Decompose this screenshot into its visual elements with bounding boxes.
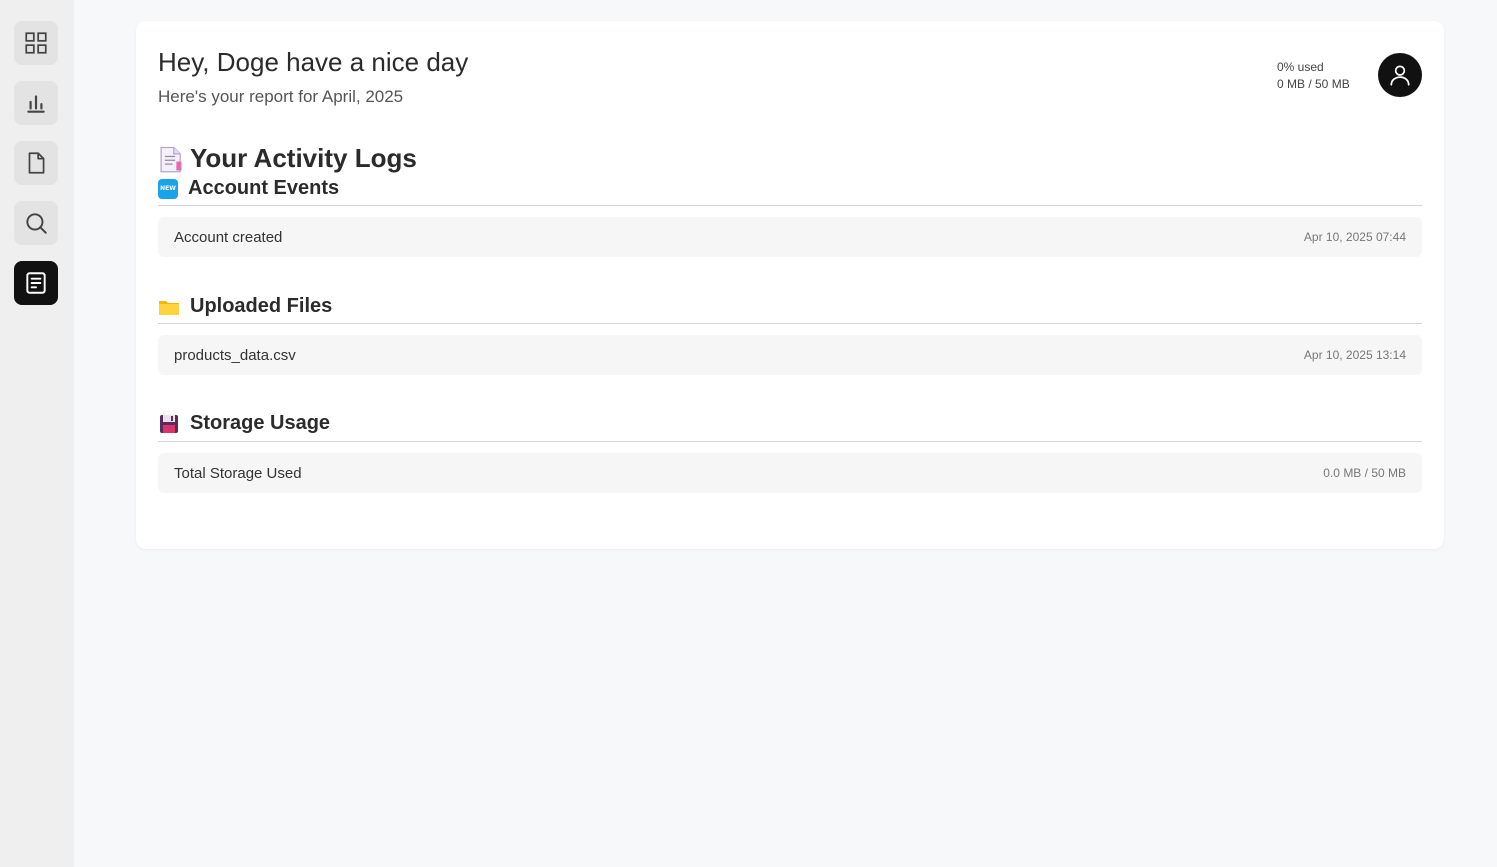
sidebar [0, 0, 74, 867]
notes-icon [26, 272, 46, 294]
list-item: Account created Apr 10, 2025 07:44 [158, 217, 1422, 257]
row-timestamp: Apr 10, 2025 07:44 [1303, 230, 1406, 244]
new-badge-icon: NEW [158, 178, 178, 199]
avatar[interactable] [1378, 53, 1422, 97]
section-heading: Storage Usage [190, 412, 331, 434]
user-icon [1390, 65, 1410, 86]
folder-icon [158, 296, 180, 318]
row-timestamp: Apr 10, 2025 13:14 [1303, 348, 1406, 362]
bar-chart-icon [27, 95, 45, 113]
divider [158, 441, 1422, 442]
row-label: Total Storage Used [174, 464, 302, 482]
activity-logs-title: Your Activity Logs [158, 143, 417, 174]
row-label: products_data.csv [174, 346, 296, 364]
report-subtitle: Here's your report for April, 2025 [158, 87, 404, 106]
row-label: Account created [174, 228, 283, 246]
sidebar-item-analytics[interactable] [14, 81, 58, 125]
floppy-disk-icon [158, 413, 180, 435]
section-title-uploaded-files: Uploaded Files [158, 295, 332, 318]
list-item: Total Storage Used 0.0 MB / 50 MB [158, 453, 1422, 493]
activity-card: Hey, Doge have a nice day Here's your re… [136, 21, 1444, 549]
section-heading: Account Events [188, 177, 340, 199]
sidebar-item-documents[interactable] [14, 141, 58, 185]
row-value: 0.0 MB / 50 MB [1323, 466, 1406, 480]
section-title-storage-usage: Storage Usage [158, 412, 330, 435]
sidebar-item-search[interactable] [14, 201, 58, 245]
sidebar-item-dashboard[interactable] [14, 21, 58, 65]
storage-usage-summary: 0% used 0 MB / 50 MB [1277, 59, 1350, 93]
activity-logs-heading: Your Activity Logs [190, 143, 417, 173]
list-item: products_data.csv Apr 10, 2025 13:14 [158, 335, 1422, 375]
page-title: Hey, Doge have a nice day [158, 47, 469, 77]
section-title-account-events: NEW Account Events [158, 177, 339, 200]
grid-icon [25, 32, 47, 54]
divider [158, 205, 1422, 206]
sidebar-item-activity-logs[interactable] [14, 261, 58, 305]
divider [158, 323, 1422, 324]
file-icon [28, 152, 45, 174]
search-icon [26, 213, 47, 234]
page-emoji-icon [158, 146, 182, 172]
section-heading: Uploaded Files [190, 295, 333, 317]
usage-percent: 0% used [1277, 60, 1324, 74]
usage-amount: 0 MB / 50 MB [1277, 77, 1350, 91]
